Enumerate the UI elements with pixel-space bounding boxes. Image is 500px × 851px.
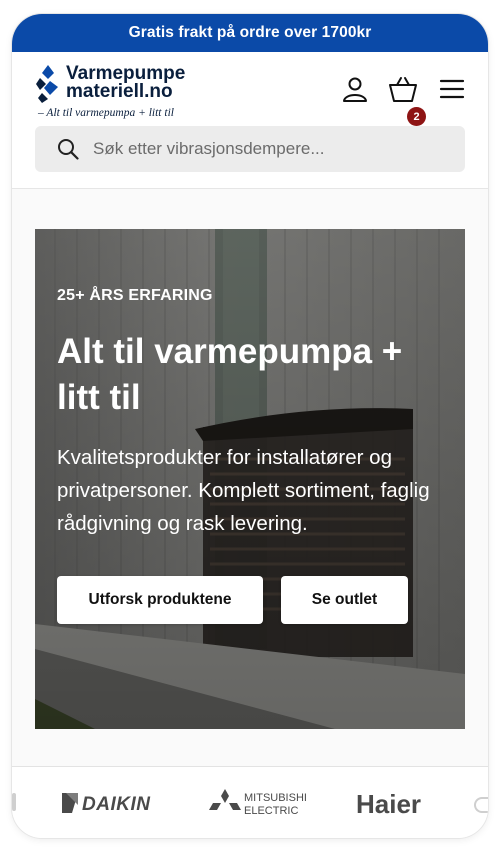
hero-eyebrow: 25+ ÅRS ERFARING [57, 287, 213, 304]
cart-button[interactable] [388, 74, 418, 104]
phone-frame: Gratis frakt på ordre over 1700kr Varmep… [12, 14, 488, 838]
brand-logo-partial-left [12, 793, 16, 811]
mitsubishi-wordmark-line1: MITSUBISHI [244, 792, 307, 804]
logo-tagline: – Alt til varmepumpa + litt til [38, 107, 174, 119]
user-icon [343, 77, 367, 102]
hero-banner: 25+ ÅRS ERFARING Alt til varmepumpa + li… [35, 229, 465, 729]
brand-logos-strip: DAIKIN MITSUBISHI ELECTRIC Haier [12, 766, 488, 838]
site-logo[interactable]: Varmepumpe materiell.no – Alt til varmep… [36, 62, 236, 122]
search-section [12, 124, 488, 189]
search-input[interactable] [93, 126, 455, 172]
search-icon[interactable] [57, 138, 79, 160]
brand-logo-partial-right [474, 797, 488, 813]
haier-wordmark: Haier [356, 789, 421, 819]
haier-logo[interactable]: Haier [354, 789, 434, 819]
daikin-logo[interactable]: DAIKIN [62, 791, 162, 815]
hero-subtitle: Kvalitetsprodukter for installatører og … [57, 446, 430, 535]
explore-products-button[interactable]: Utforsk produktene [57, 576, 263, 624]
announcement-bar: Gratis frakt på ordre over 1700kr [12, 14, 488, 52]
search-bar [35, 126, 465, 172]
hero-title: Alt til varmepumpa + litt til [57, 332, 403, 417]
announcement-text: Gratis frakt på ordre over 1700kr [128, 24, 372, 41]
logo-mark-icon [36, 65, 58, 103]
outlet-button[interactable]: Se outlet [281, 576, 408, 624]
menu-button[interactable] [437, 74, 467, 104]
logo-text-line2: materiell.no [66, 81, 173, 102]
account-button[interactable] [340, 74, 370, 104]
site-header: Varmepumpe materiell.no – Alt til varmep… [12, 52, 488, 126]
daikin-wordmark: DAIKIN [82, 794, 151, 815]
cart-count-badge: 2 [407, 107, 426, 126]
cart-icon [389, 77, 417, 102]
menu-icon [439, 79, 465, 99]
mitsubishi-electric-logo[interactable]: MITSUBISHI ELECTRIC [208, 787, 312, 821]
mitsubishi-wordmark-line2: ELECTRIC [244, 805, 298, 817]
